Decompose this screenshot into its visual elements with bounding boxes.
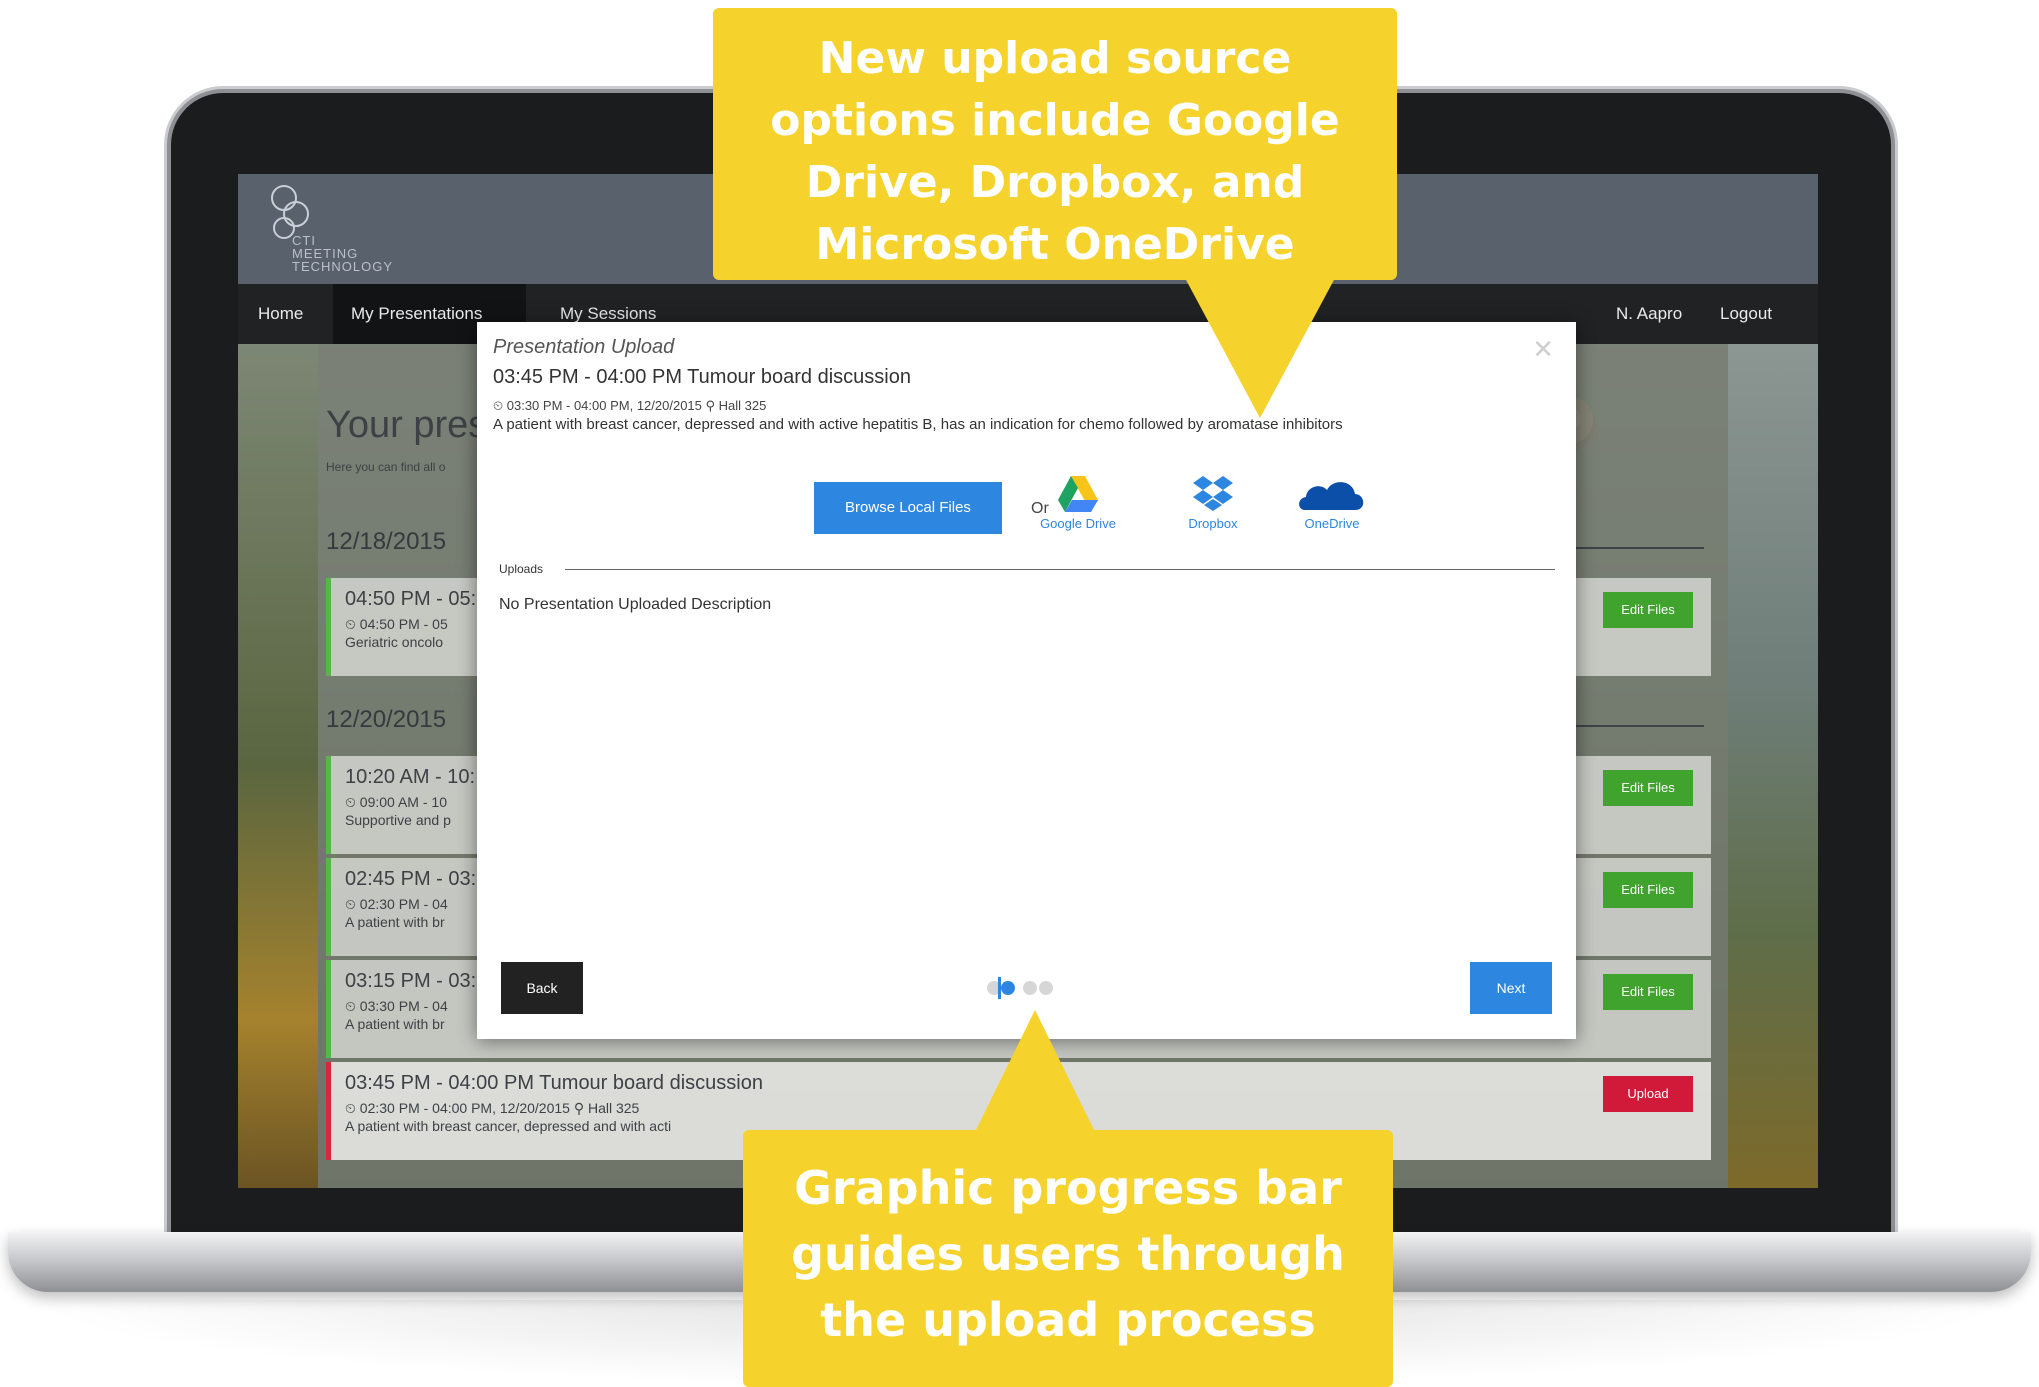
card-meta: ⏲ 04:50 PM - 05	[345, 616, 448, 632]
google-drive-label: Google Drive	[1040, 516, 1116, 531]
date-heading: 12/18/2015	[326, 528, 447, 555]
card-meta: ⏲ 03:30 PM - 04	[345, 998, 448, 1014]
date-rule	[1558, 547, 1704, 549]
dropbox-icon	[1193, 476, 1233, 511]
card-time: 04:50 PM - 05:	[345, 588, 477, 610]
uploads-divider	[565, 569, 1555, 570]
browse-local-files-button[interactable]: Browse Local Files	[814, 482, 1002, 534]
callout-bottom-pointer	[975, 1010, 1095, 1132]
edit-files-button[interactable]: Edit Files	[1603, 770, 1693, 806]
card-meta: ⏲ 02:30 PM - 04:00 PM, 12/20/2015 ⚲ Hall…	[345, 1100, 640, 1116]
callout-top-text: New upload source options include Google…	[770, 33, 1340, 270]
date-rule	[1558, 725, 1704, 727]
edit-files-button[interactable]: Edit Files	[1603, 872, 1693, 908]
callout-progress-bar: Graphic progress bar guides users throug…	[743, 1130, 1393, 1387]
dropbox-label: Dropbox	[1188, 516, 1238, 531]
card-time: 10:20 AM - 10:	[345, 766, 476, 788]
card-desc: A patient with br	[345, 914, 445, 930]
onedrive-label: OneDrive	[1304, 516, 1360, 531]
modal-description: A patient with breast cancer, depressed …	[493, 416, 1343, 433]
modal-meta: ⏲ 03:30 PM - 04:00 PM, 12/20/2015 ⚲ Hall…	[493, 398, 767, 413]
upload-button[interactable]: Upload	[1603, 1076, 1693, 1112]
progress-dot	[1023, 981, 1037, 995]
google-drive-source[interactable]: Google Drive	[1023, 474, 1133, 531]
callout-top-pointer	[1185, 278, 1335, 418]
user-name[interactable]: N. Aapro	[1616, 284, 1696, 344]
progress-dot	[1039, 981, 1053, 995]
logo-text: CTI MEETING TECHNOLOGY	[292, 233, 394, 274]
card-time: 02:45 PM - 03:	[345, 868, 477, 890]
card-desc: A patient with br	[345, 1016, 445, 1032]
card-desc: Supportive and p	[345, 812, 451, 828]
no-upload-text: No Presentation Uploaded Description	[499, 596, 772, 613]
progress-dot-active	[1001, 981, 1015, 995]
page-title: Your pres	[326, 404, 488, 446]
close-icon[interactable]: ✕	[1532, 334, 1554, 365]
callout-upload-sources: New upload source options include Google…	[713, 8, 1397, 280]
dropbox-source[interactable]: Dropbox	[1158, 474, 1268, 531]
edit-files-button[interactable]: Edit Files	[1603, 592, 1693, 628]
edit-files-button[interactable]: Edit Files	[1603, 974, 1693, 1010]
nav-home[interactable]: Home	[258, 284, 328, 344]
presentation-upload-modal: ✕ Presentation Upload 03:45 PM - 04:00 P…	[477, 322, 1576, 1039]
modal-title: 03:45 PM - 04:00 PM Tumour board discuss…	[493, 366, 911, 388]
logout-link[interactable]: Logout	[1720, 284, 1790, 344]
page-subtitle: Here you can find all o	[326, 460, 446, 474]
next-button[interactable]: Next	[1470, 962, 1552, 1014]
back-button[interactable]: Back	[501, 962, 583, 1014]
card-time: 03:45 PM - 04:00 PM Tumour board discuss…	[345, 1072, 763, 1094]
card-desc: A patient with breast cancer, depressed …	[345, 1118, 672, 1134]
google-drive-icon	[1058, 476, 1098, 512]
card-time: 03:15 PM - 03:	[345, 970, 477, 992]
uploads-label: Uploads	[499, 562, 544, 576]
onedrive-source[interactable]: OneDrive	[1277, 474, 1387, 531]
date-heading: 12/20/2015	[326, 706, 447, 733]
callout-bottom-text: Graphic progress bar guides users throug…	[791, 1161, 1345, 1347]
modal-kicker: Presentation Upload	[493, 336, 675, 358]
card-desc: Geriatric oncolo	[345, 634, 444, 650]
onedrive-icon	[1299, 482, 1364, 510]
card-meta: ⏲ 09:00 AM - 10	[345, 794, 447, 810]
card-meta: ⏲ 02:30 PM - 04	[345, 896, 448, 912]
progress-indicator	[987, 977, 1067, 999]
